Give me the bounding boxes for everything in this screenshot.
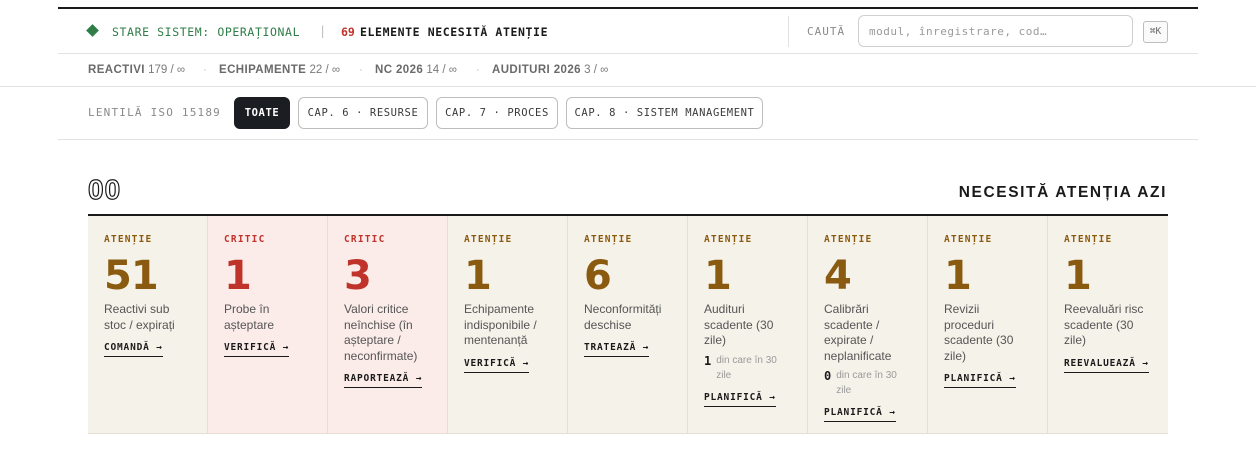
card-sub-value: 0 (824, 369, 832, 383)
lens-tab-cap6-resources[interactable]: CAP. 6 · RESURSE (298, 97, 428, 129)
treat-action-link[interactable]: TRATEAZĂ → (584, 342, 650, 357)
verify-action-link[interactable]: VERIFICĂ → (464, 358, 530, 373)
attention-text[interactable]: ELEMENTE NECESITĂ ATENȚIE (360, 25, 548, 39)
lens-tab-cap7-process[interactable]: CAP. 7 · PROCES (436, 97, 558, 129)
plan-action-link[interactable]: PLANIFICĂ → (704, 392, 776, 407)
iso-lens-bar: LENTILĂ ISO 15189 TOATE CAP. 6 · RESURSE… (58, 88, 1198, 140)
card-sub-count: 1 din care în 30 zile (704, 353, 791, 383)
vertical-divider (788, 16, 789, 47)
card-value: 4 (824, 253, 852, 299)
card-echipamente: ATENȚIE 1 Echipamente indisponibile / me… (448, 216, 568, 433)
count-separator: · (476, 64, 480, 76)
card-level: ATENȚIE (1064, 234, 1113, 245)
card-reactivi: ATENȚIE 51 Reactivi sub stoc / expirați … (88, 216, 208, 433)
card-neconformitati: ATENȚIE 6 Neconformități deschise TRATEA… (568, 216, 688, 433)
search-label: CAUTĂ (807, 25, 846, 38)
card-valori-critice: CRITIC 3 Valori critice neînchise (în aș… (328, 216, 448, 433)
card-sub-value: 1 (704, 353, 712, 368)
card-probe: CRITIC 1 Probe în așteptare VERIFICĂ → (208, 216, 328, 433)
status-diamond-icon (86, 24, 99, 37)
verify-action-link[interactable]: VERIFICĂ → (224, 342, 290, 357)
card-label: Revizii proceduri scadente (30 zile) (944, 302, 1014, 363)
card-level: ATENȚIE (944, 234, 993, 245)
card-value: 1 (464, 253, 492, 299)
card-level: CRITIC (224, 234, 266, 245)
status-separator: | (319, 24, 327, 38)
plan-action-link[interactable]: PLANIFICĂ → (824, 407, 896, 422)
card-value: 1 (1064, 253, 1092, 299)
lens-label: LENTILĂ ISO 15189 (88, 106, 221, 119)
card-label: Valori critice neînchise (în așteptare /… (344, 302, 418, 363)
card-label: Neconformități deschise (584, 302, 662, 332)
card-level: CRITIC (344, 234, 386, 245)
card-sub-count: 0 din care în 30 zile (824, 368, 911, 398)
card-audituri: ATENȚIE 1 Audituri scadente (30 zile) 1 … (688, 216, 808, 433)
report-action-link[interactable]: RAPORTEAZĂ → (344, 373, 423, 388)
card-value: 6 (584, 253, 612, 299)
attention-count[interactable]: 69 (341, 25, 355, 39)
card-value: 3 (344, 253, 372, 299)
card-label: Probe în așteptare (224, 302, 275, 332)
count-separator: · (359, 64, 363, 76)
card-level: ATENȚIE (104, 234, 153, 245)
count-nc-2026[interactable]: NC 2026 14 / ∞ (375, 64, 457, 76)
count-separator: · (203, 64, 207, 76)
card-sub-text: din care în 30 zile (716, 354, 777, 381)
status-bar: STARE SISTEM: OPERAȚIONAL | 69 ELEMENTE … (58, 9, 1198, 54)
count-echipamente[interactable]: ECHIPAMENTE 22 / ∞ (219, 64, 340, 76)
card-label: Reactivi sub stoc / expirați (104, 302, 175, 332)
card-label: Echipamente indisponibile / mentenanță (464, 302, 537, 347)
card-label: Reevaluări risc scadente (30 zile) (1064, 302, 1144, 347)
card-value: 1 (704, 253, 732, 299)
card-value: 1 (944, 253, 972, 299)
lens-tab-cap8-management[interactable]: CAP. 8 · SISTEM MANAGEMENT (566, 97, 763, 129)
card-value: 51 (104, 253, 159, 299)
card-level: ATENȚIE (464, 234, 513, 245)
card-level: ATENȚIE (824, 234, 873, 245)
card-label: Calibrări scadente / expirate / neplanif… (824, 302, 892, 363)
card-calibrari: ATENȚIE 4 Calibrări scadente / expirate … (808, 216, 928, 433)
count-audituri-2026[interactable]: AUDITURI 2026 3 / ∞ (492, 64, 608, 76)
reevaluate-action-link[interactable]: REEVALUEAZĂ → (1064, 358, 1149, 373)
card-level: ATENȚIE (584, 234, 633, 245)
count-reactivi[interactable]: REACTIVI 179 / ∞ (88, 64, 185, 76)
section-number: 00 (87, 173, 122, 205)
card-revizii-proceduri: ATENȚIE 1 Revizii proceduri scadente (30… (928, 216, 1048, 433)
card-value: 1 (224, 253, 252, 299)
search-input[interactable] (858, 15, 1133, 47)
card-label: Audituri scadente (30 zile) (704, 302, 774, 347)
card-sub-text: din care în 30 zile (836, 370, 897, 396)
system-status: STARE SISTEM: OPERAȚIONAL (112, 25, 301, 39)
card-reevaluari-risc: ATENȚIE 1 Reevaluări risc scadente (30 z… (1048, 216, 1168, 433)
order-action-link[interactable]: COMANDĂ → (104, 342, 163, 357)
lens-tab-all[interactable]: TOATE (234, 97, 290, 129)
counts-bar: REACTIVI 179 / ∞ · ECHIPAMENTE 22 / ∞ · … (0, 54, 1256, 87)
plan-action-link[interactable]: PLANIFICĂ → (944, 373, 1016, 388)
search-shortcut-key[interactable]: ⌘K (1143, 21, 1168, 43)
attention-cards: ATENȚIE 51 Reactivi sub stoc / expirați … (88, 216, 1168, 434)
section-title: NECESITĂ ATENȚIA AZI (958, 184, 1167, 201)
card-level: ATENȚIE (704, 234, 753, 245)
